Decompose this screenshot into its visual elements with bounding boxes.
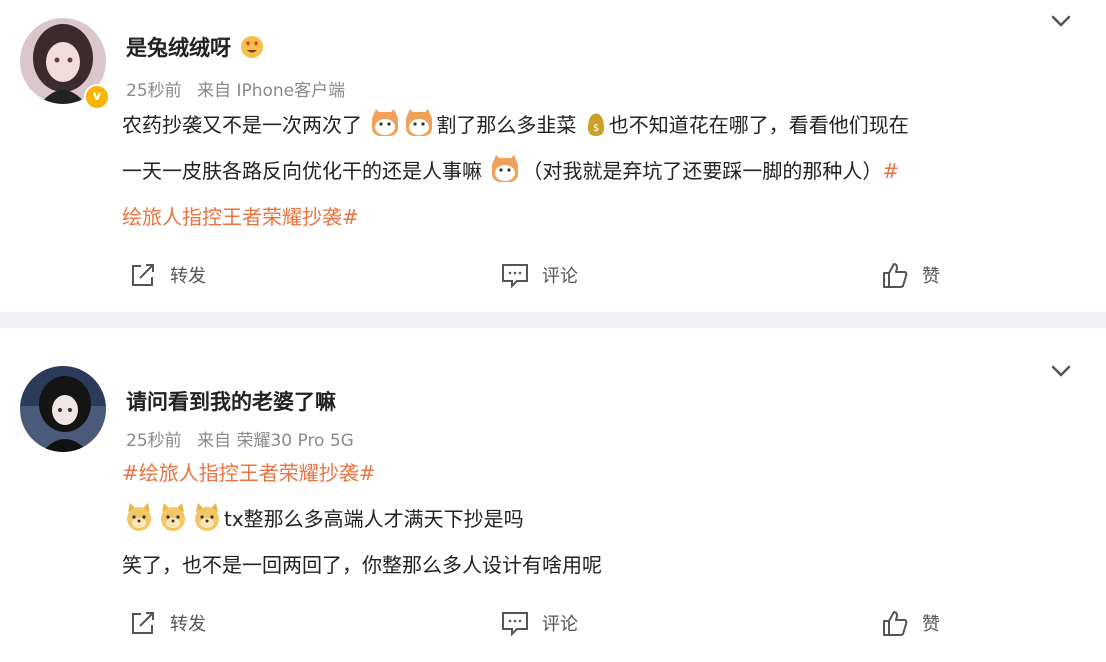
post-source: 来自 IPhone客户端 — [197, 81, 346, 101]
text-line-1: #绘旅人指控王者荣耀抄袭# — [122, 450, 1076, 496]
post-source: 来自 荣耀30 Pro 5G — [197, 431, 354, 451]
heart-eyes-emoji — [241, 36, 264, 58]
money-bag-emoji: $ — [587, 113, 604, 136]
doge-emoji — [127, 503, 151, 531]
post-actions: 转发 评论 赞 — [0, 608, 1106, 638]
doge-emoji — [161, 503, 185, 531]
verified-badge-icon: v — [84, 84, 110, 110]
comment-button[interactable]: 评论 — [500, 608, 578, 638]
comment-icon — [502, 264, 528, 289]
like-button[interactable]: 赞 — [880, 260, 940, 290]
post-text: 农药抄袭又不是一次两次了 割了那么多韭菜 $ 也不知道花在哪了，看看他们现在 一… — [122, 102, 1076, 240]
repost-button[interactable]: 转发 — [128, 608, 206, 638]
post-text: #绘旅人指控王者荣耀抄袭# tx整那么多高端人才满天下抄是吗 笑了，也不是一回两… — [122, 450, 1076, 588]
text-line-2: tx整那么多高端人才满天下抄是吗 — [122, 496, 1076, 542]
like-button[interactable]: 赞 — [880, 608, 940, 638]
like-icon — [883, 611, 908, 636]
post-time: 25秒前 — [126, 431, 182, 451]
text-line-1: 农药抄袭又不是一次两次了 割了那么多韭菜 $ 也不知道花在哪了，看看他们现在 — [122, 102, 1076, 148]
username[interactable]: 请问看到我的老婆了嘛 — [126, 386, 336, 416]
comment-button[interactable]: 评论 — [500, 260, 578, 290]
cat-emoji — [372, 109, 399, 136]
avatar[interactable] — [20, 366, 106, 452]
hashtag[interactable]: #绘旅人指控王者荣耀抄袭# — [122, 461, 376, 485]
post-actions: 转发 评论 赞 — [0, 260, 1106, 290]
post-meta: 25秒前 来自 荣耀30 Pro 5G — [126, 426, 364, 451]
weibo-post-2: 请问看到我的老婆了嘛 25秒前 来自 荣耀30 Pro 5G #绘旅人指控王者荣… — [0, 328, 1106, 662]
post-divider — [0, 312, 1106, 328]
repost-icon — [132, 264, 154, 286]
svg-text:$: $ — [593, 123, 599, 134]
repost-icon — [132, 612, 154, 634]
chevron-down-icon[interactable] — [1050, 360, 1072, 382]
repost-button[interactable]: 转发 — [128, 260, 206, 290]
text-line-3: 绘旅人指控王者荣耀抄袭# — [122, 194, 1076, 240]
hashtag[interactable]: # — [882, 159, 899, 183]
text-line-2: 一天一皮肤各路反向优化干的还是人事嘛 （对我就是弃坑了还要踩一脚的那种人）# — [122, 148, 1076, 194]
like-icon — [883, 263, 908, 288]
comment-icon — [502, 612, 528, 637]
post-meta: 25秒前 来自 IPhone客户端 — [126, 76, 355, 101]
hashtag[interactable]: 绘旅人指控王者荣耀抄袭# — [122, 205, 359, 229]
cat-emoji — [492, 155, 519, 182]
doge-emoji — [195, 503, 219, 531]
username[interactable]: 是兔绒绒呀 — [126, 32, 266, 62]
post-time: 25秒前 — [126, 81, 182, 101]
weibo-post-1: v 是兔绒绒呀 25秒前 来自 IPhone客户端 农药抄袭又不是一次两次了 割… — [0, 0, 1106, 312]
text-line-3: 笑了，也不是一回两回了，你整那么多人设计有啥用呢 — [122, 553, 602, 577]
chevron-down-icon[interactable] — [1050, 10, 1072, 32]
cat-emoji — [406, 109, 433, 136]
